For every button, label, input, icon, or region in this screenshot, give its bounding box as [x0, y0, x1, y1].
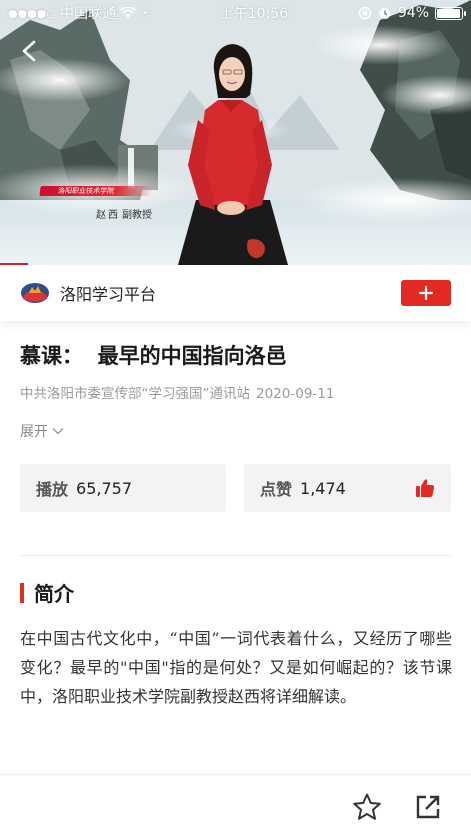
platform-logo	[21, 283, 49, 303]
platform-name: 洛阳学习平台	[60, 285, 157, 304]
page-title: 慕课： 最早的中国指向洛邑	[20, 343, 287, 368]
favorite-button[interactable]	[352, 792, 382, 822]
expand-toggle[interactable]: 展开	[20, 421, 64, 441]
plays-label: 播放	[36, 480, 69, 499]
follow-button[interactable]	[401, 280, 451, 306]
expand-label: 展开	[20, 424, 48, 440]
battery-percent: 94%	[397, 5, 429, 21]
plus-icon	[419, 286, 433, 300]
alarm-icon	[379, 8, 391, 19]
article-source: 中共洛阳市委宣传部“学习强国”通讯站	[20, 386, 250, 402]
loading-icon: ✳	[140, 6, 151, 20]
share-icon	[416, 795, 440, 819]
likes-label: 点赞	[260, 480, 293, 499]
chevron-left-icon	[22, 40, 36, 62]
caption-title: 副教授	[122, 210, 152, 221]
platform-bar: 洛阳学习平台	[0, 265, 471, 321]
back-button[interactable]	[16, 38, 42, 64]
likes-stat[interactable]: 点赞 1,474	[244, 464, 451, 512]
caption-org: 洛阳职业技术学院	[39, 186, 153, 196]
intro-text: 在中国古代文化中，“中国”一词代表着什么，又经历了哪些变化？最早的"中国"指的是…	[20, 629, 452, 706]
share-button[interactable]	[414, 793, 442, 821]
wifi-icon	[120, 7, 136, 18]
battery-icon	[435, 6, 466, 20]
section-marker	[20, 582, 24, 603]
intro-title: 简介	[34, 582, 74, 606]
status-time: 上午10:56	[219, 6, 289, 22]
thumbs-up-icon[interactable]	[415, 478, 435, 498]
divider	[20, 555, 451, 556]
video-frame	[0, 0, 471, 265]
caption-name: 赵西	[96, 210, 120, 221]
status-bar: ●●●●○ 中国联通 ✳ 上午10:56 94%	[0, 0, 471, 26]
video-player[interactable]: ●●●●○ 中国联通 ✳ 上午10:56 94% 洛阳职业技术学院 赵西 副教授	[0, 0, 471, 265]
plays-stat: 播放 65,757	[20, 464, 226, 512]
article-date: 2020-09-11	[256, 386, 335, 402]
chevron-down-icon	[52, 428, 64, 435]
likes-count: 1,474	[300, 478, 346, 498]
bottom-toolbar	[0, 774, 471, 838]
signal-icon: ●●●●○	[8, 6, 56, 20]
plays-count: 65,757	[76, 478, 132, 498]
intro-heading: 简介	[20, 578, 74, 607]
carrier-label: 中国联通	[60, 6, 116, 22]
rotation-lock-icon	[358, 6, 372, 20]
article-meta: 中共洛阳市委宣传部“学习强国”通讯站 2020-09-11	[20, 382, 334, 402]
star-icon	[353, 793, 381, 820]
